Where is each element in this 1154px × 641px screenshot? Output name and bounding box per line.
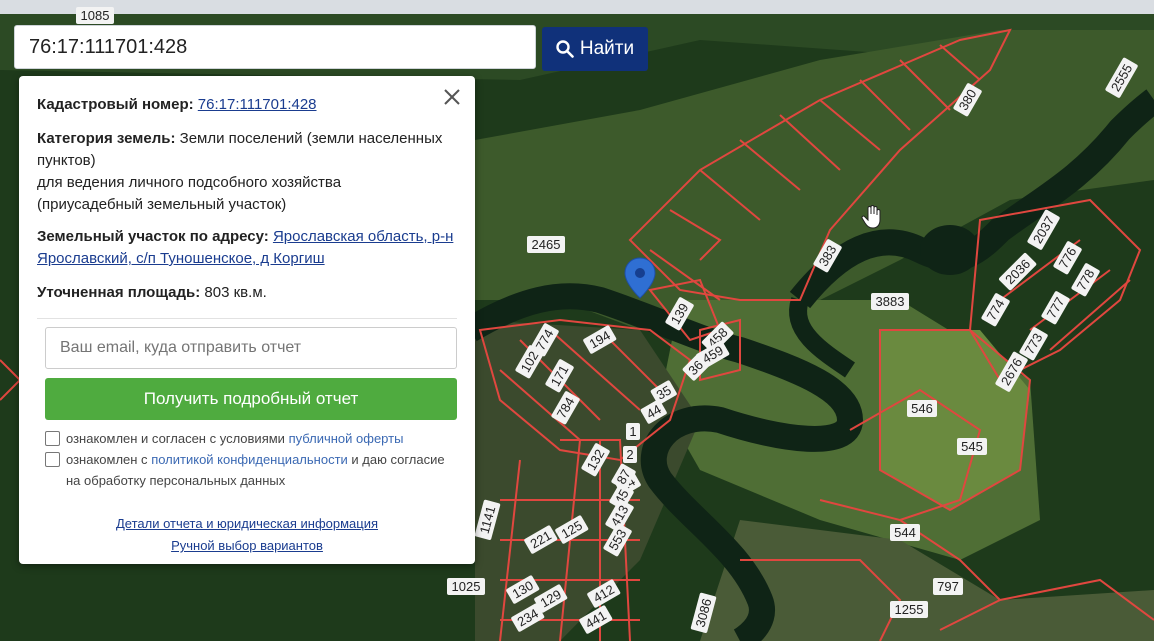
parcel-number-label[interactable]: 1085: [76, 7, 114, 24]
svg-text:546: 546: [911, 401, 933, 416]
area-label: Уточненная площадь:: [37, 284, 201, 301]
offer-consent-label: ознакомлен и согласен с условиями: [66, 431, 285, 446]
svg-text:544: 544: [894, 525, 916, 540]
hand-cursor-icon: [861, 205, 881, 229]
svg-text:1085: 1085: [81, 8, 110, 23]
offer-consent-checkbox[interactable]: [45, 431, 60, 446]
get-report-button[interactable]: Получить подробный отчет: [45, 378, 457, 420]
parcel-number-label[interactable]: 1255: [890, 601, 928, 618]
svg-text:1025: 1025: [452, 579, 481, 594]
privacy-consent-text: ознакомлен с политикой конфиденциальност…: [66, 449, 457, 491]
privacy-policy-link[interactable]: политикой конфиденциальности: [151, 452, 348, 467]
search-button-label: Найти: [579, 38, 635, 59]
cadastral-number-row: Кадастровый номер: 76:17:111701:428: [37, 94, 457, 116]
parcel-number-label[interactable]: 1025: [447, 578, 485, 595]
email-field[interactable]: [45, 327, 457, 369]
cadastral-number-link[interactable]: 76:17:111701:428: [198, 96, 317, 113]
svg-text:797: 797: [937, 579, 959, 594]
parcel-info-popup: Кадастровый номер: 76:17:111701:428 Кате…: [19, 76, 475, 564]
parcel-number-label[interactable]: 797: [933, 578, 963, 595]
svg-text:1255: 1255: [895, 602, 924, 617]
close-icon[interactable]: [441, 86, 463, 108]
land-usage-line1: для ведения личного подсобного хозяйства: [37, 174, 342, 191]
parcel-number-label[interactable]: 2465: [527, 236, 565, 253]
svg-text:2465: 2465: [532, 237, 561, 252]
land-category-row: Категория земель: Земли поселений (земли…: [37, 128, 457, 216]
privacy-consent[interactable]: ознакомлен с политикой конфиденциальност…: [45, 449, 457, 491]
search-icon: [556, 40, 574, 58]
public-offer-link[interactable]: публичной оферты: [289, 431, 404, 446]
cadastral-search-input[interactable]: [14, 25, 536, 69]
footer-links: Детали отчета и юридическая информация Р…: [19, 513, 475, 557]
search-button[interactable]: Найти: [542, 27, 648, 71]
land-usage-line2: (приусадебный земельный участок): [37, 196, 287, 213]
cadastral-number-label: Кадастровый номер:: [37, 96, 194, 113]
svg-text:2: 2: [626, 447, 633, 462]
svg-text:1: 1: [629, 424, 636, 439]
parcel-number-label[interactable]: 3883: [871, 293, 909, 310]
area-row: Уточненная площадь: 803 кв.м.: [37, 282, 457, 304]
parcel-number-label[interactable]: 1: [626, 423, 640, 440]
privacy-consent-checkbox[interactable]: [45, 452, 60, 467]
offer-consent-text: ознакомлен и согласен с условиями публич…: [66, 428, 403, 449]
parcel-number-label[interactable]: 546: [907, 400, 937, 417]
svg-text:545: 545: [961, 439, 983, 454]
manual-selection-link[interactable]: Ручной выбор вариантов: [171, 538, 323, 553]
parcel-number-label[interactable]: 545: [957, 438, 987, 455]
land-category-label: Категория земель:: [37, 130, 176, 147]
svg-text:3883: 3883: [876, 294, 905, 309]
divider: [37, 318, 457, 319]
address-row: Земельный участок по адресу: Ярославская…: [37, 226, 457, 270]
report-details-link[interactable]: Детали отчета и юридическая информация: [116, 516, 378, 531]
offer-consent[interactable]: ознакомлен и согласен с условиями публич…: [45, 428, 457, 449]
privacy-consent-label: ознакомлен с: [66, 452, 148, 467]
parcel-number-label[interactable]: 2: [623, 446, 637, 463]
area-value: 803 кв.м.: [204, 284, 267, 301]
address-label: Земельный участок по адресу:: [37, 228, 269, 245]
parcel-number-label[interactable]: 544: [890, 524, 920, 541]
